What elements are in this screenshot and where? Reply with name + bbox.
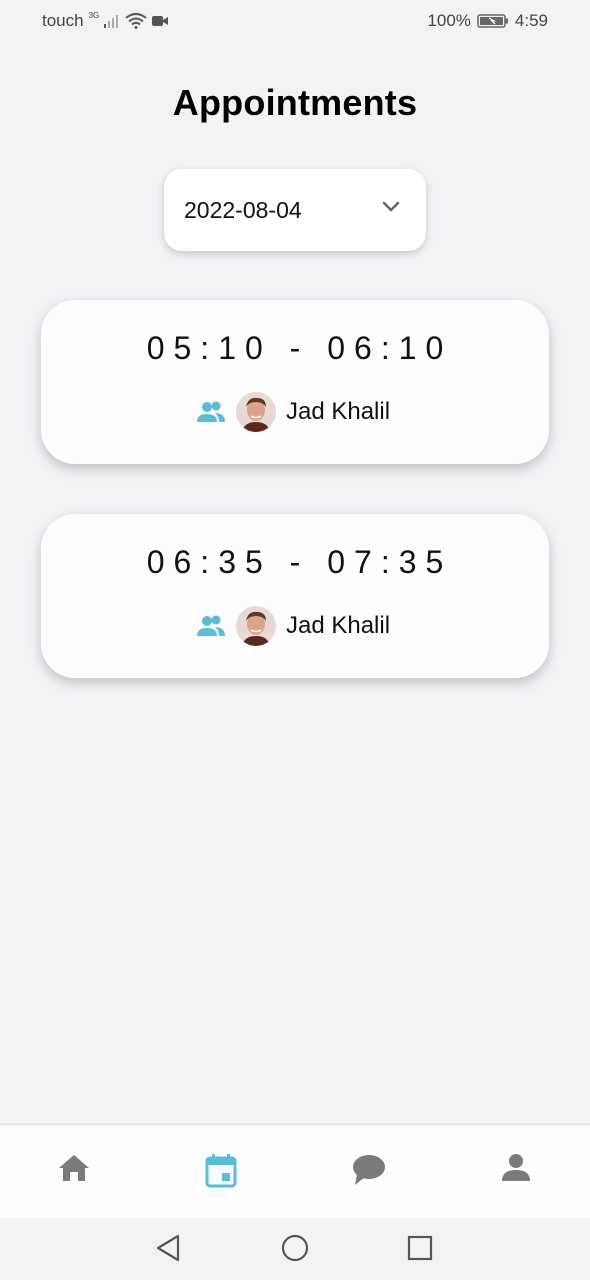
status-bar-left: touch 3G [42,11,169,31]
carrier-label: touch [42,11,84,30]
bottom-navigation [0,1124,590,1218]
profile-icon [502,1154,530,1181]
page-title: Appointments [172,82,418,123]
appointment-card[interactable]: 06:35 - 07:35 Jad Khalil [41,514,549,678]
wifi-icon [125,13,147,29]
person-name: Jad Khalil [285,398,391,425]
selected-date-label: 2022-08-04 [184,196,302,223]
home-icon [59,1155,89,1181]
group-icon [196,615,225,636]
avatar [235,606,276,646]
calendar-icon [205,1154,237,1188]
status-bar-right: 100% 4:59 [427,11,548,31]
video-camera-icon [152,16,169,26]
signal-icon [104,15,119,28]
network-type-label: 3G [88,10,100,20]
appointment-person: Jad Khalil [41,392,549,432]
date-dropdown[interactable]: 2022-08-04 [164,169,426,251]
appointment-person: Jad Khalil [41,606,549,646]
chevron-down-icon [382,201,400,212]
home-circle-icon[interactable] [280,1233,310,1263]
recents-square-icon[interactable] [406,1233,434,1263]
appointment-card[interactable]: 05:10 - 06:10 Jad Khalil [41,300,549,464]
appointment-time-range: 06:35 - 07:35 [146,544,453,580]
appointment-time-range: 05:10 - 06:10 [146,330,453,366]
battery-percent: 100% [427,11,471,30]
back-triangle-icon[interactable] [154,1233,182,1263]
status-bar: touch 3G 100% 4:59 [0,0,590,40]
clock-time: 4:59 [514,11,548,30]
person-name: Jad Khalil [285,612,391,639]
nav-profile-button[interactable] [496,1153,536,1193]
chat-icon [353,1155,385,1185]
group-icon [196,401,225,422]
nav-calendar-button[interactable] [201,1153,241,1193]
nav-home-button[interactable] [54,1153,94,1193]
system-navigation-bar [0,1218,590,1280]
battery-charging-icon [477,14,508,28]
nav-chat-button[interactable] [349,1153,389,1193]
avatar [235,392,276,432]
